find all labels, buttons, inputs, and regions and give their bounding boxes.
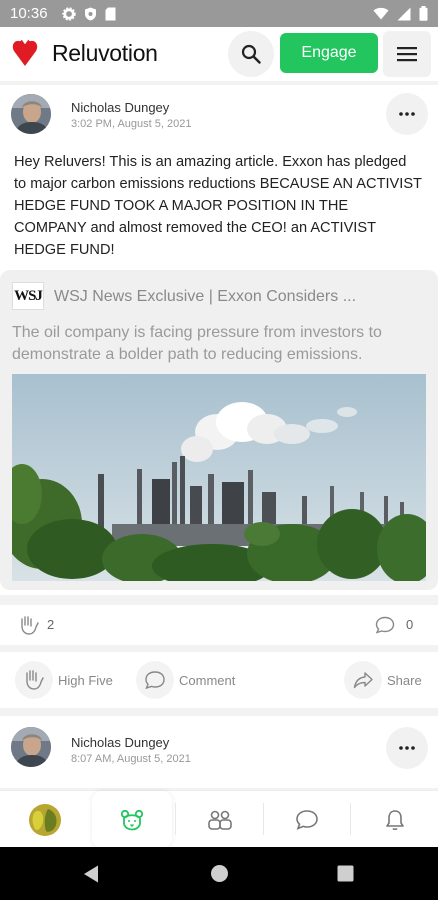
nav-divider	[350, 803, 351, 835]
author-avatar[interactable]	[11, 94, 51, 134]
nav-notifications[interactable]	[352, 791, 438, 848]
recents-icon[interactable]	[337, 865, 354, 882]
post-card: Nicholas Dungey 3:02 PM, August 5, 2021 …	[0, 85, 438, 595]
heart-logo-icon[interactable]	[12, 39, 38, 67]
post-timestamp: 8:07 AM, August 5, 2021	[71, 753, 191, 765]
brand-name: Reluvotion	[52, 40, 158, 66]
source-logo: WSJ	[12, 282, 44, 310]
comment-count: 0	[406, 617, 414, 632]
gear-icon	[61, 6, 76, 21]
author-photo	[11, 94, 51, 134]
shield-icon	[84, 7, 96, 20]
nav-home[interactable]	[92, 791, 172, 848]
post-stats: 2 0	[0, 605, 438, 645]
post-actions: High Five Comment Share	[0, 652, 438, 708]
link-title[interactable]: WSJ News Exclusive | Exxon Considers ...	[54, 288, 384, 306]
nav-messages[interactable]	[265, 791, 349, 848]
author-name[interactable]: Nicholas Dungey	[71, 735, 169, 750]
high-five-icon	[26, 670, 44, 690]
profile-avatar	[29, 803, 61, 836]
post-options-button[interactable]	[386, 727, 428, 769]
article-image[interactable]	[12, 374, 426, 581]
high-five-small-icon	[21, 616, 39, 635]
share-button[interactable]	[344, 661, 382, 699]
nav-divider	[263, 803, 264, 835]
battery-icon	[419, 6, 428, 21]
menu-button[interactable]	[383, 31, 431, 77]
author-photo	[11, 727, 51, 767]
sd-card-icon	[105, 7, 116, 20]
bottom-navigation	[0, 790, 438, 848]
signal-icon	[397, 7, 411, 20]
high-five-label[interactable]: High Five	[58, 673, 113, 688]
more-dots-icon	[399, 112, 415, 116]
back-icon[interactable]	[82, 864, 100, 884]
high-five-button[interactable]	[15, 661, 53, 699]
group-icon	[207, 810, 232, 830]
engage-button[interactable]: Engage	[280, 33, 378, 73]
refinery-photo	[12, 374, 426, 581]
chat-icon	[296, 809, 318, 830]
post-timestamp: 3:02 PM, August 5, 2021	[71, 118, 192, 130]
more-dots-icon	[399, 746, 415, 750]
bell-icon	[386, 809, 404, 830]
post-card: Nicholas Dungey 8:07 AM, August 5, 2021	[0, 716, 438, 788]
link-preview-card[interactable]: WSJ WSJ News Exclusive | Exxon Considers…	[0, 270, 438, 590]
status-bar: 10:36	[0, 0, 438, 27]
author-name[interactable]: Nicholas Dungey	[71, 100, 169, 115]
nav-profile[interactable]	[0, 791, 90, 848]
post-options-button[interactable]	[386, 93, 428, 135]
high-five-count: 2	[47, 617, 55, 632]
comment-label[interactable]: Comment	[179, 673, 235, 688]
link-description: The oil company is facing pressure from …	[12, 324, 382, 363]
nav-groups[interactable]	[177, 791, 262, 848]
home-icon[interactable]	[210, 864, 229, 883]
app-header: Reluvotion Engage	[0, 27, 438, 81]
search-button[interactable]	[228, 31, 274, 77]
bear-icon	[120, 809, 144, 830]
author-avatar[interactable]	[11, 727, 51, 767]
comment-button[interactable]	[136, 661, 174, 699]
status-time: 10:36	[10, 5, 48, 22]
system-navigation-bar	[0, 847, 438, 900]
hamburger-menu-icon	[397, 47, 417, 62]
comment-icon	[145, 671, 165, 690]
share-icon	[353, 672, 373, 689]
nav-divider	[175, 803, 176, 835]
wifi-icon	[373, 7, 389, 20]
share-label[interactable]: Share	[387, 673, 422, 688]
search-icon	[241, 44, 261, 64]
post-body-text: Hey Reluvers! This is an amazing article…	[14, 154, 422, 258]
comment-small-icon	[375, 616, 395, 634]
